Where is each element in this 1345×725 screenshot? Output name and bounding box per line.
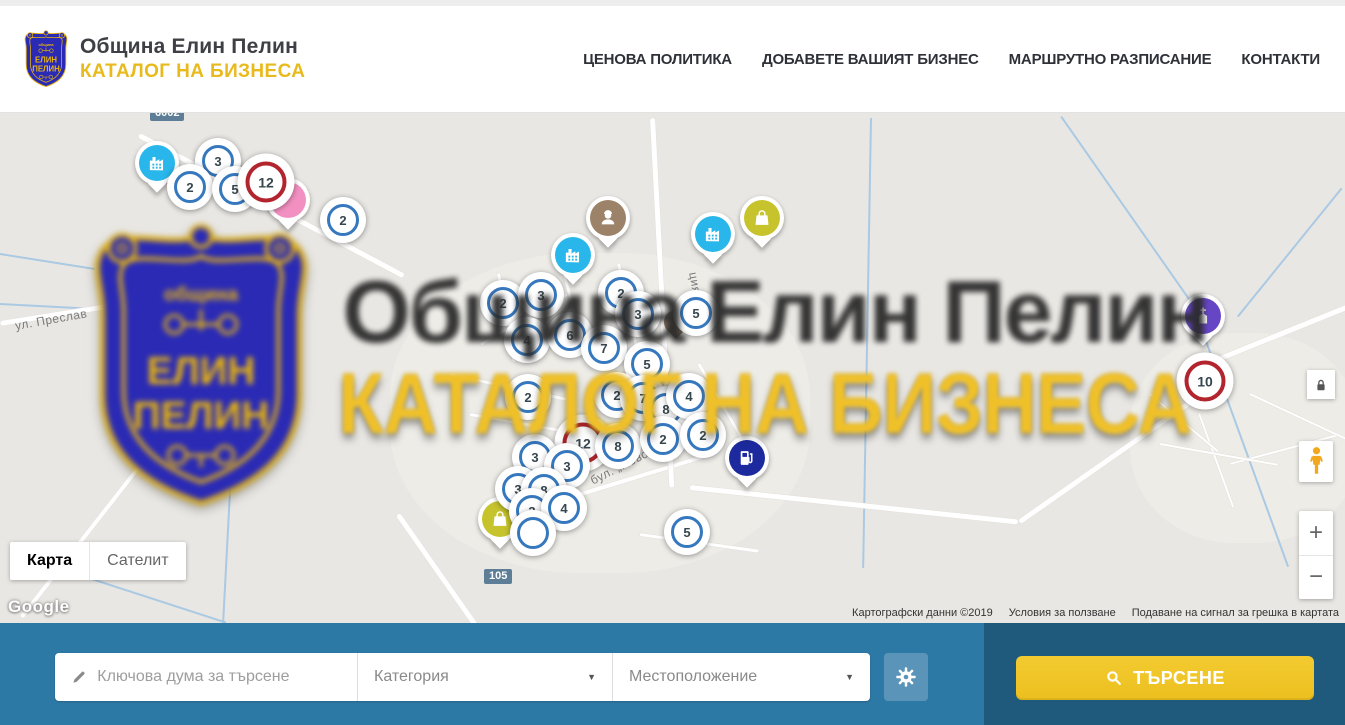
search-fields: Категория ▼ Местоположение ▼	[55, 653, 870, 701]
cluster-marker[interactable]: 3	[615, 291, 661, 337]
report-error-link[interactable]: Подаване на сигнал за грешка в картата	[1132, 607, 1339, 619]
watermark-crest-logo: община ЕЛИН ПЕЛИН	[82, 217, 320, 515]
search-bar: Категория ▼ Местоположение ▼ ТЪРСЕНЕ	[0, 623, 1345, 725]
water-line	[0, 253, 95, 269]
cluster-marker[interactable]: 2	[640, 416, 686, 462]
svg-text:ПЕЛИН: ПЕЛИН	[133, 394, 269, 437]
map-type-map-button[interactable]: Карта	[10, 542, 89, 580]
brand-title: Община Елин Пелин	[80, 35, 305, 59]
cluster-marker[interactable]: 5	[673, 290, 719, 336]
map-canvas[interactable]: 6002105ул. Преславбул. „Новоселция325122…	[0, 113, 1345, 623]
cluster-marker[interactable]: 5	[664, 509, 710, 555]
search-icon	[1105, 669, 1123, 687]
cluster-count: 3	[622, 298, 654, 330]
church-pin[interactable]	[1181, 294, 1225, 338]
cluster-count: 4	[673, 380, 705, 412]
cluster-marker[interactable]: 8	[595, 423, 641, 469]
worker-pin[interactable]	[586, 196, 630, 240]
cluster-count: 4	[511, 324, 543, 356]
svg-text:ПЕЛИН: ПЕЛИН	[32, 65, 60, 74]
category-select-label: Категория	[374, 668, 449, 686]
water-line	[1237, 188, 1342, 317]
fuel-pin[interactable]	[725, 436, 769, 480]
advanced-search-button[interactable]	[884, 653, 928, 701]
lock-button[interactable]	[1307, 370, 1335, 399]
terms-link[interactable]: Условия за ползване	[1009, 607, 1116, 619]
cluster-marker[interactable]: 2	[320, 197, 366, 243]
nav-add-business[interactable]: ДОБАВЕТЕ ВАШИЯТ БИЗНЕС	[762, 51, 979, 68]
cluster-count	[517, 517, 549, 549]
cluster-count: 2	[512, 381, 544, 413]
street-name-label: ул. Преслав	[14, 306, 88, 332]
cluster-count: 2	[174, 171, 206, 203]
cluster-count: 2	[687, 419, 719, 451]
cluster-count: 2	[487, 287, 519, 319]
nav-bus-schedule[interactable]: МАРШРУТНО РАЗПИСАНИЕ	[1009, 51, 1212, 68]
svg-text:ЕЛИН: ЕЛИН	[35, 56, 57, 65]
factory-pin[interactable]	[551, 233, 595, 277]
lock-icon	[1313, 377, 1329, 393]
cluster-marker[interactable]	[510, 510, 556, 556]
cluster-marker[interactable]: 3	[518, 272, 564, 318]
cluster-count: 3	[525, 279, 557, 311]
municipality-crest-logo: община ЕЛИН ПЕЛИН	[22, 28, 70, 90]
cluster-count: 12	[246, 162, 287, 203]
keyword-section	[55, 653, 357, 701]
cluster-count: 5	[680, 297, 712, 329]
nav-pricing[interactable]: ЦЕНОВА ПОЛИТИКА	[583, 51, 732, 68]
category-select[interactable]: Категория ▼	[357, 653, 612, 701]
factory-pin[interactable]	[691, 212, 735, 256]
street-view-pegman[interactable]	[1299, 441, 1333, 482]
road-number-label: 6002	[150, 113, 184, 121]
map-attribution: Картографски данни ©2019 Условия за полз…	[852, 607, 1339, 619]
brand[interactable]: община ЕЛИН ПЕЛИН Община Елин Пелин КАТА…	[22, 28, 305, 90]
cluster-marker[interactable]: 4	[504, 317, 550, 363]
cluster-count: 2	[327, 204, 359, 236]
road-number-label: 105	[484, 569, 512, 584]
cluster-marker[interactable]: 12	[238, 154, 295, 211]
google-logo[interactable]: Google	[8, 597, 70, 617]
main-nav: ЦЕНОВА ПОЛИТИКА ДОБАВЕТЕ ВАШИЯТ БИЗНЕС М…	[583, 51, 1320, 68]
map-data-copyright: Картографски данни ©2019	[852, 607, 993, 619]
search-button[interactable]: ТЪРСЕНЕ	[1016, 656, 1314, 700]
zoom-out-button[interactable]: −	[1299, 556, 1333, 600]
cluster-count: 4	[548, 492, 580, 524]
svg-text:община: община	[39, 42, 55, 47]
search-button-label: ТЪРСЕНЕ	[1133, 668, 1225, 689]
location-select-label: Местоположение	[629, 668, 757, 686]
chevron-down-icon: ▼	[845, 672, 854, 682]
cluster-count: 8	[602, 430, 634, 462]
nav-contacts[interactable]: КОНТАКТИ	[1241, 51, 1320, 68]
svg-text:ЕЛИН: ЕЛИН	[147, 350, 256, 393]
map-type-satellite-button[interactable]: Сателит	[89, 542, 185, 580]
road-line	[20, 435, 165, 619]
pencil-icon	[71, 668, 87, 686]
map-type-control: Карта Сателит	[10, 542, 186, 580]
water-line	[863, 118, 872, 568]
keyword-search-input[interactable]	[97, 668, 341, 686]
location-select[interactable]: Местоположение ▼	[612, 653, 870, 701]
gear-icon	[895, 666, 917, 688]
cluster-count: 5	[671, 516, 703, 548]
cluster-count: 2	[647, 423, 679, 455]
cluster-marker[interactable]: 7	[581, 325, 627, 371]
water-line	[217, 358, 238, 623]
cluster-marker[interactable]: 2	[167, 164, 213, 210]
cluster-marker[interactable]: 2	[505, 374, 551, 420]
cluster-count: 7	[588, 332, 620, 364]
brand-subtitle: КАТАЛОГ НА БИЗНЕСА	[80, 61, 305, 83]
pegman-icon	[1307, 446, 1326, 477]
chevron-down-icon: ▼	[587, 672, 596, 682]
shop-pin[interactable]	[740, 196, 784, 240]
header: община ЕЛИН ПЕЛИН Община Елин Пелин КАТА…	[0, 6, 1345, 113]
cluster-marker[interactable]: 10	[1177, 353, 1234, 410]
zoom-in-button[interactable]: +	[1299, 511, 1333, 556]
cluster-count: 10	[1185, 361, 1226, 402]
cluster-marker[interactable]: 2	[680, 412, 726, 458]
water-line	[1061, 116, 1194, 305]
zoom-control: + −	[1299, 511, 1333, 599]
